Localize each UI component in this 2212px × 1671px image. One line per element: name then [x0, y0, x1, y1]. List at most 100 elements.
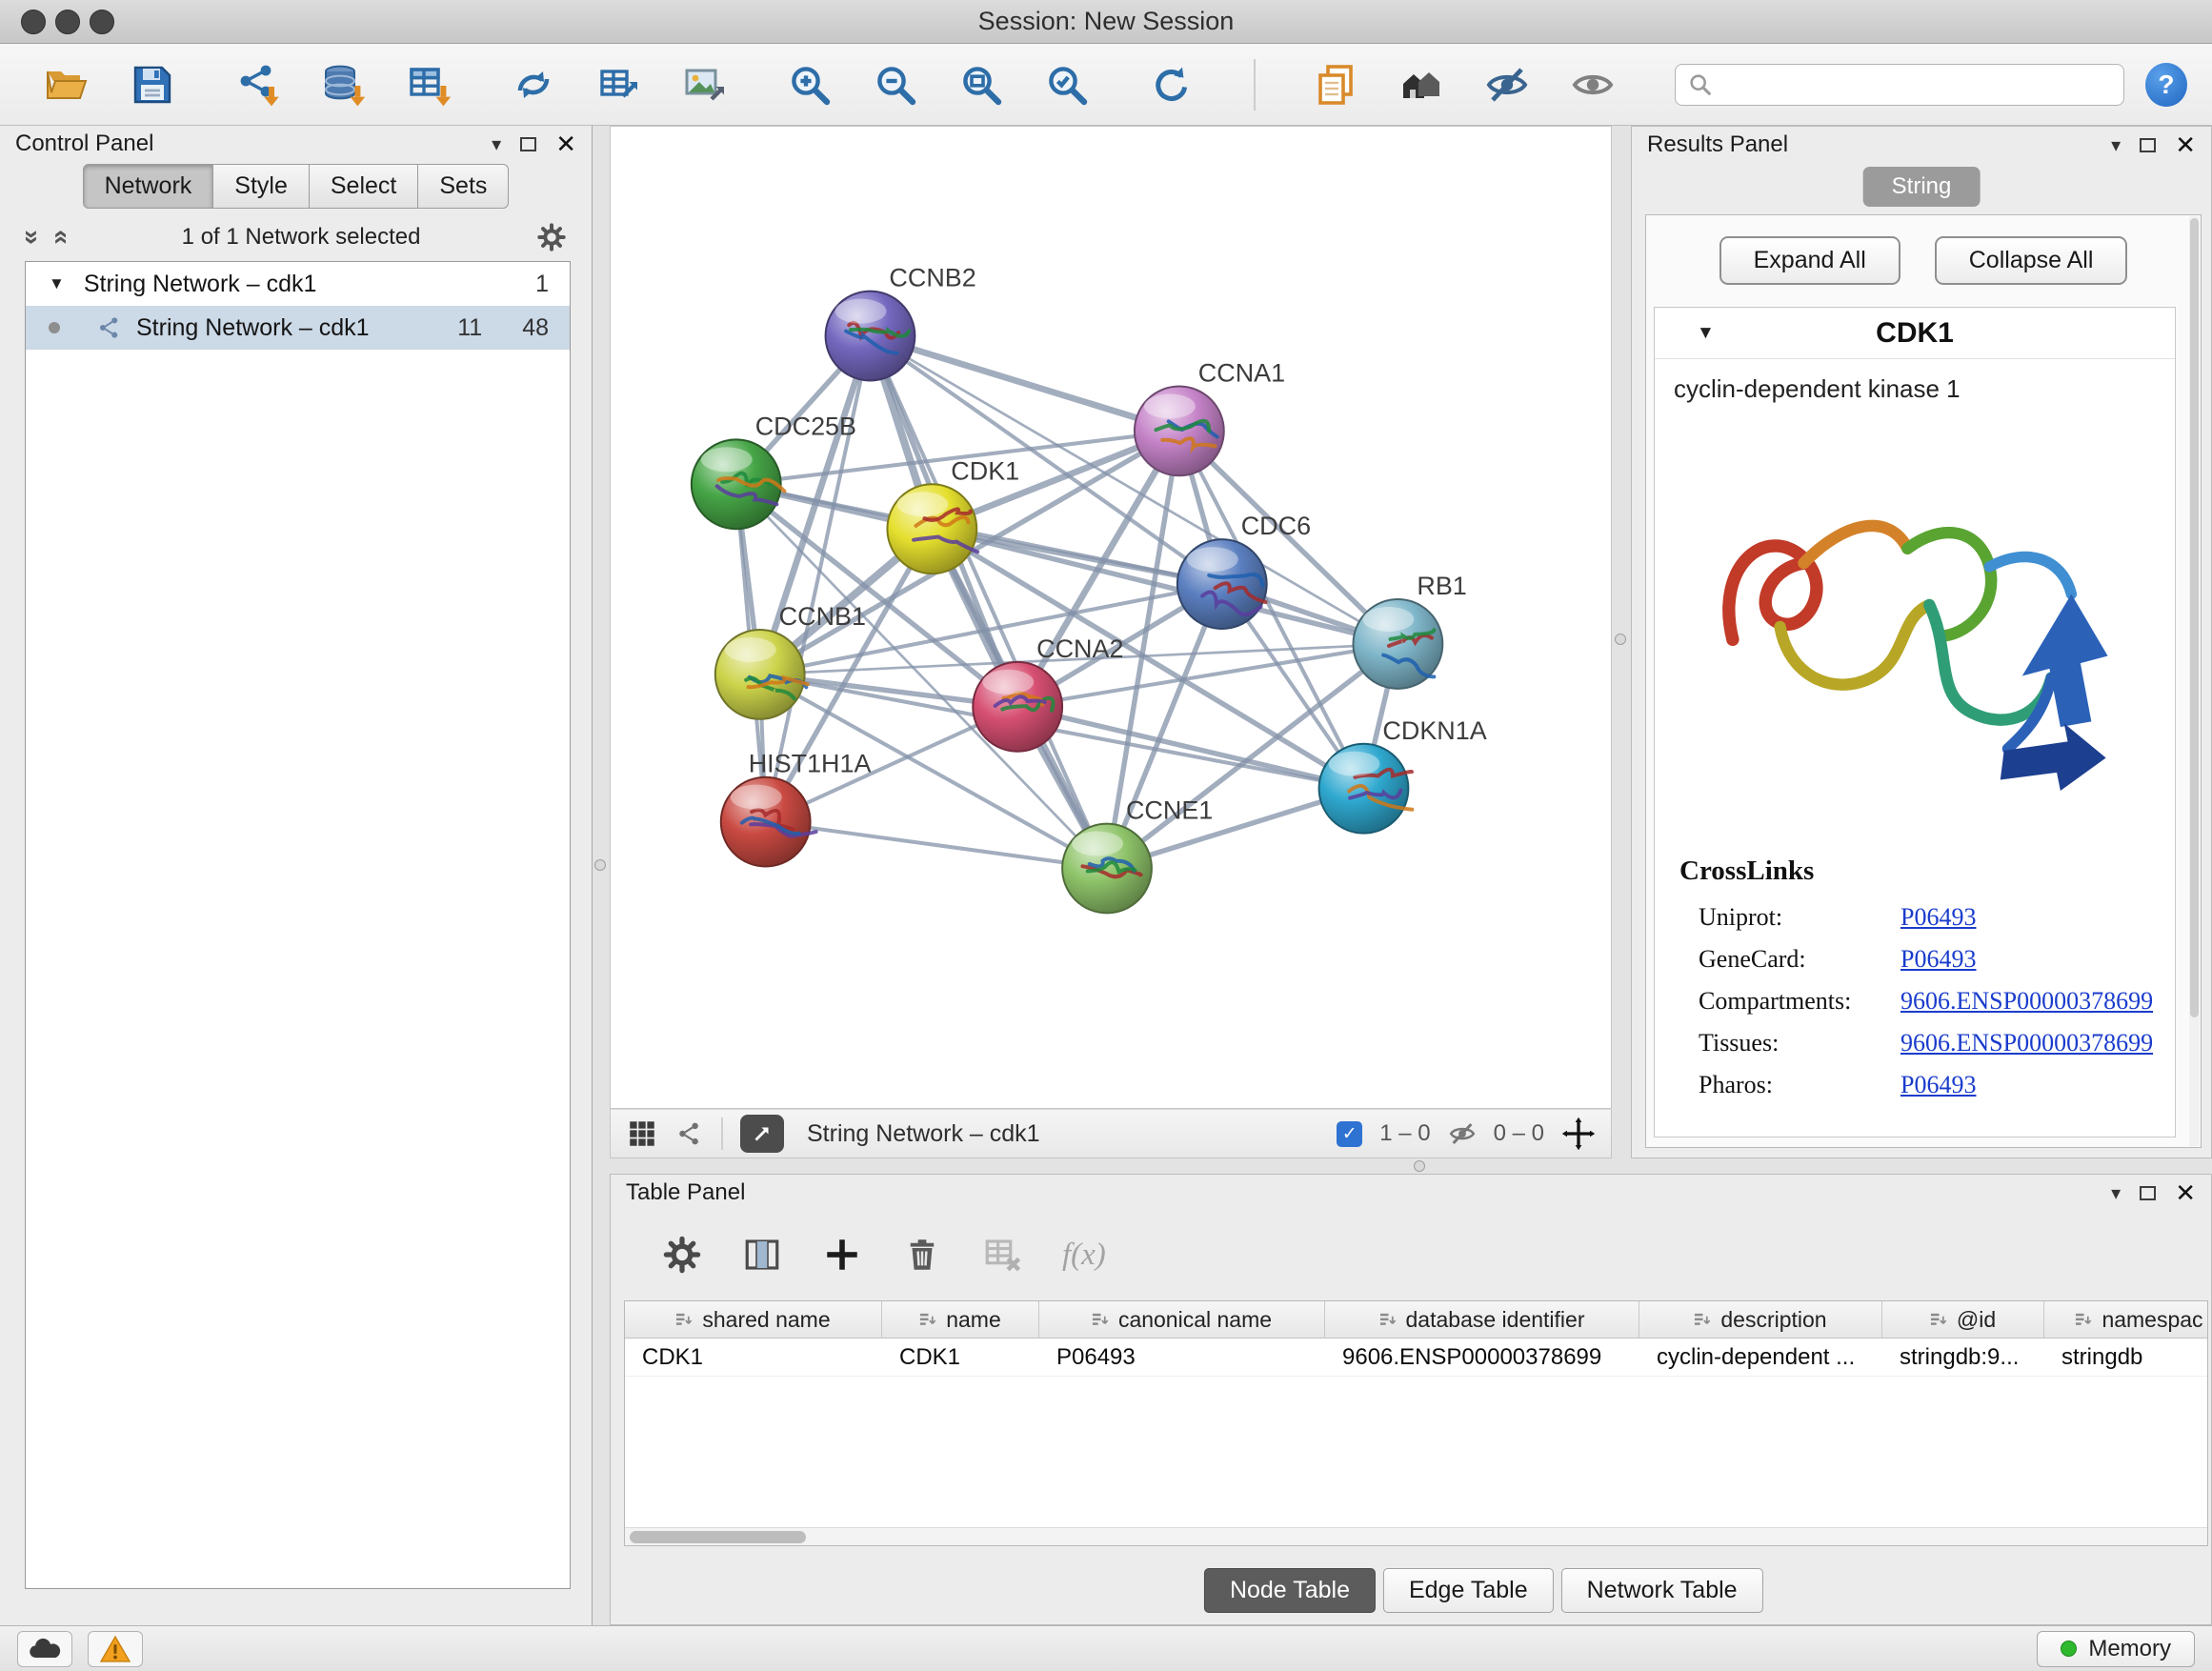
delete-table-icon[interactable] [982, 1235, 1022, 1275]
column-header-namespac[interactable]: namespac [2044, 1301, 2208, 1338]
import-network-database-icon[interactable] [320, 62, 366, 108]
table-hscrollbar[interactable] [625, 1527, 2207, 1545]
column-header-canonical-name[interactable]: canonical name [1039, 1301, 1325, 1338]
window-title: Session: New Session [978, 7, 1235, 36]
save-session-icon[interactable] [130, 62, 175, 108]
hidden-count: 0 – 0 [1494, 1120, 1544, 1147]
node-CCNB1[interactable]: CCNB1 [715, 602, 866, 719]
network-canvas[interactable]: CCNB2CCNA1CDC25BCDK1CDC6RB1CCNB1CCNA2CDK… [610, 126, 1612, 1109]
cloud-status-button[interactable] [17, 1631, 72, 1667]
tab-select[interactable]: Select [309, 164, 418, 209]
crosslink-row: Tissues:9606.ENSP00000378699 [1655, 1022, 2175, 1064]
panel-float-icon[interactable] [2140, 138, 2156, 152]
export-table-icon[interactable] [596, 62, 642, 108]
window-minimize-button[interactable] [55, 10, 80, 34]
table-row[interactable]: CDK1CDK1P064939606.ENSP00000378699cyclin… [625, 1339, 2207, 1377]
tab-string[interactable]: String [1863, 167, 1981, 207]
duplicate-document-icon[interactable] [1313, 62, 1358, 108]
search-input[interactable] [1721, 71, 2112, 98]
tab-network-table[interactable]: Network Table [1561, 1568, 1763, 1613]
search-box[interactable] [1675, 64, 2124, 106]
edge-CCNB2-CCNE1[interactable] [870, 336, 1107, 869]
column-header-name[interactable]: name [882, 1301, 1039, 1338]
zoom-out-icon[interactable] [873, 62, 918, 108]
expand-collection-icon[interactable]: ▼ [49, 274, 65, 293]
network-options-gear-icon[interactable] [536, 222, 567, 252]
column-header-description[interactable]: description [1639, 1301, 1882, 1338]
edge-CCNA2-CDKN1A[interactable] [1017, 707, 1363, 789]
show-elements-icon[interactable] [1570, 62, 1616, 108]
node-HIST1H1A[interactable]: HIST1H1A [721, 750, 872, 867]
edge-HIST1H1A-CCNE1[interactable] [766, 822, 1107, 869]
zoom-in-icon[interactable] [787, 62, 833, 108]
show-columns-icon[interactable] [742, 1235, 782, 1275]
node-CDC6[interactable]: CDC6 [1177, 512, 1311, 629]
panel-close-icon[interactable]: ✕ [2175, 132, 2196, 157]
network-row[interactable]: String Network – cdk1 11 48 [26, 306, 570, 350]
table-options-gear-icon[interactable] [662, 1235, 702, 1275]
tab-sets[interactable]: Sets [417, 164, 509, 209]
export-image-icon[interactable] [682, 62, 728, 108]
results-scrollbar[interactable] [2189, 216, 2200, 1146]
import-table-icon[interactable] [406, 62, 452, 108]
column-header-@id[interactable]: @id [1882, 1301, 2044, 1338]
node-CCNE1[interactable]: CCNE1 [1062, 796, 1213, 914]
panel-menu-icon[interactable]: ▾ [492, 132, 501, 156]
detach-view-button[interactable] [740, 1115, 784, 1153]
collapse-section-icon[interactable]: ▼ [1697, 323, 1715, 344]
crosslink-link[interactable]: 9606.ENSP00000378699 [1900, 987, 2153, 1016]
crosslink-link[interactable]: P06493 [1900, 903, 1976, 932]
node-label: HIST1H1A [749, 750, 872, 778]
left-splitter-handle[interactable] [594, 859, 606, 871]
zoom-fit-icon[interactable] [958, 62, 1004, 108]
column-header-database-identifier[interactable]: database identifier [1325, 1301, 1639, 1338]
function-builder-icon[interactable]: f(x) [1062, 1238, 1106, 1273]
selected-count: 1 – 0 [1379, 1120, 1430, 1147]
tab-node-table[interactable]: Node Table [1204, 1568, 1376, 1613]
tab-network[interactable]: Network [83, 164, 214, 209]
scrollbar-thumb[interactable] [630, 1531, 806, 1543]
node-CCNA1[interactable]: CCNA1 [1135, 358, 1285, 475]
node-RB1[interactable]: RB1 [1354, 572, 1467, 689]
import-network-file-icon[interactable] [234, 62, 280, 108]
new-network-from-selection-icon[interactable] [511, 62, 556, 108]
panel-float-icon[interactable] [2140, 1186, 2156, 1200]
expand-all-networks-icon[interactable]: » [43, 230, 73, 245]
warnings-button[interactable] [88, 1631, 143, 1667]
tab-style[interactable]: Style [212, 164, 310, 209]
panel-close-icon[interactable]: ✕ [2175, 1180, 2196, 1205]
help-button[interactable]: ? [2145, 63, 2187, 107]
memory-button[interactable]: Memory [2037, 1631, 2195, 1667]
zoom-selected-icon[interactable] [1044, 62, 1090, 108]
expand-all-button[interactable]: Expand All [1719, 236, 1900, 285]
open-file-icon[interactable] [44, 62, 90, 108]
node-CDK1[interactable]: CDK1 [887, 456, 1019, 574]
horizontal-splitter-handle[interactable] [1414, 1160, 1425, 1172]
crosslink-link[interactable]: P06493 [1900, 945, 1976, 974]
panel-menu-icon[interactable]: ▾ [2111, 133, 2121, 157]
network-overview-icon[interactable] [675, 1119, 704, 1148]
add-column-icon[interactable] [822, 1235, 862, 1275]
homes-icon[interactable] [1398, 62, 1444, 108]
column-header-shared-name[interactable]: shared name [625, 1301, 882, 1338]
delete-column-trash-icon[interactable] [902, 1235, 942, 1275]
crosslink-link[interactable]: P06493 [1900, 1071, 1976, 1099]
footer-separator [721, 1117, 723, 1150]
window-zoom-button[interactable] [90, 10, 114, 34]
pan-crosshair-icon[interactable] [1561, 1117, 1596, 1151]
edge-CCNB2-CCNA1[interactable] [870, 336, 1178, 432]
crosslink-link[interactable]: 9606.ENSP00000378699 [1900, 1029, 2153, 1057]
apply-layout-icon[interactable] [1149, 62, 1195, 108]
right-splitter-handle[interactable] [1615, 634, 1626, 645]
network-collection-row[interactable]: ▼ String Network – cdk1 1 [26, 262, 570, 306]
collapse-all-button[interactable]: Collapse All [1935, 236, 2128, 285]
panel-close-icon[interactable]: ✕ [555, 131, 576, 156]
main-toolbar: ? [0, 44, 2212, 126]
node-CDKN1A[interactable]: CDKN1A [1319, 716, 1487, 834]
panel-float-icon[interactable] [520, 137, 536, 151]
window-close-button[interactable] [21, 10, 46, 34]
hide-elements-icon[interactable] [1484, 62, 1530, 108]
tab-edge-table[interactable]: Edge Table [1383, 1568, 1554, 1613]
birdseye-grid-icon[interactable] [626, 1117, 658, 1150]
panel-menu-icon[interactable]: ▾ [2111, 1181, 2121, 1205]
